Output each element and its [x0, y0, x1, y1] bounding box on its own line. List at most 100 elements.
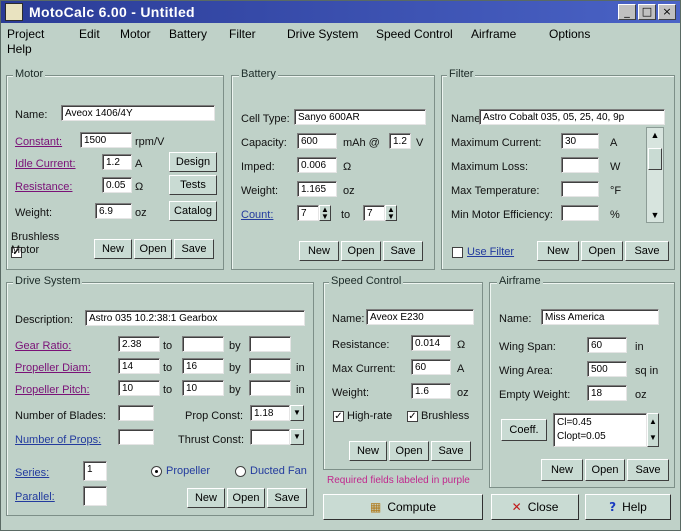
scroll-up-icon[interactable]: ▲ [647, 128, 663, 142]
speed-max-field[interactable]: 60 [411, 359, 451, 375]
use-filter-checkbox[interactable] [452, 247, 463, 258]
motor-weight-field[interactable]: 6.9 [95, 203, 132, 219]
battery-voltage-field[interactable]: 1.2 [389, 133, 411, 149]
filter-max-temp-field[interactable] [561, 181, 599, 197]
battery-imped-field[interactable]: 0.006 [297, 157, 337, 173]
menu-drive-system[interactable]: Drive System [287, 27, 358, 41]
prop-diam-to-field[interactable]: 16 [182, 358, 224, 374]
num-blades-label: Number of Blades: [15, 410, 107, 422]
filter-min-eff-field[interactable] [561, 205, 599, 221]
drive-new-button[interactable]: New [187, 488, 225, 508]
airframe-save-button[interactable]: Save [627, 459, 669, 481]
drive-open-button[interactable]: Open [227, 488, 265, 508]
thrust-const-dropdown-icon[interactable]: ▼ [290, 429, 304, 445]
prop-diam-from-field[interactable]: 14 [118, 358, 160, 374]
scroll-down-icon[interactable]: ▼ [647, 208, 663, 222]
maximize-button[interactable]: □ [638, 4, 656, 20]
prop-pitch-by-field[interactable] [249, 380, 291, 396]
speed-weight-field[interactable]: 1.6 [411, 383, 451, 399]
gear-ratio-to-field[interactable] [182, 336, 224, 352]
battery-save-button[interactable]: Save [383, 241, 423, 261]
series-field[interactable]: 1 [83, 461, 107, 481]
speed-new-button[interactable]: New [349, 441, 387, 461]
speed-open-button[interactable]: Open [389, 441, 429, 461]
battery-celltype-field[interactable]: Sanyo 600AR [294, 109, 426, 125]
filter-scrollbar[interactable]: ▲ ▼ [646, 127, 664, 223]
airframe-open-button[interactable]: Open [585, 459, 625, 481]
num-props-field[interactable] [118, 429, 154, 445]
motor-constant-field[interactable]: 1500 [80, 132, 132, 148]
filter-save-button[interactable]: Save [625, 241, 669, 261]
prop-const-dropdown-icon[interactable]: ▼ [290, 405, 304, 421]
compute-button[interactable]: ▦ Compute [323, 494, 483, 520]
battery-count-from-field[interactable]: 7 [297, 205, 319, 221]
menu-airframe[interactable]: Airframe [471, 27, 516, 41]
drive-desc-field[interactable]: Astro 035 10.2:38:1 Gearbox [85, 310, 305, 326]
drive-save-button[interactable]: Save [267, 488, 307, 508]
diam-to-label: to [163, 362, 173, 374]
help-button[interactable]: ? Help [585, 494, 671, 520]
motor-open-button[interactable]: Open [134, 239, 172, 259]
prop-pitch-to-field[interactable]: 10 [182, 380, 224, 396]
gear-ratio-from-field[interactable]: 2.38 [118, 336, 160, 352]
num-blades-field[interactable] [118, 405, 154, 421]
speed-name-field[interactable]: Aveox E230 [366, 309, 474, 325]
high-rate-checkbox[interactable]: ✓ [333, 411, 344, 422]
close-button[interactable]: ✕ Close [491, 494, 579, 520]
gear-ratio-by-field[interactable] [249, 336, 291, 352]
battery-count-from-spinner[interactable]: ▲ ▼ [319, 205, 331, 221]
parallel-field[interactable] [83, 486, 107, 506]
filter-name-field[interactable]: Astro Cobalt 035, 05, 25, 40, 9p [479, 109, 665, 125]
propeller-radio[interactable] [151, 466, 162, 477]
menu-speed-control[interactable]: Speed Control [376, 27, 453, 41]
coeff-button[interactable]: Coeff. [501, 419, 547, 441]
menu-help[interactable]: Help [7, 42, 32, 56]
motor-idle-field[interactable]: 1.2 [102, 154, 132, 170]
speed-brushless-checkbox[interactable]: ✓ [407, 411, 418, 422]
speed-weight-unit: oz [457, 387, 469, 399]
empty-weight-unit: oz [635, 389, 647, 401]
menu-filter[interactable]: Filter [229, 27, 256, 41]
coeff-list[interactable]: Cl=0.45 Clopt=0.05 [553, 413, 647, 447]
thrust-const-field[interactable] [250, 429, 290, 445]
filter-max-loss-field[interactable] [561, 157, 599, 173]
battery-capacity-field[interactable]: 600 [297, 133, 337, 149]
scroll-thumb[interactable] [648, 148, 662, 170]
prop-diam-by-field[interactable] [249, 358, 291, 374]
speed-resistance-field[interactable]: 0.014 [411, 335, 451, 351]
coeff-spinner[interactable]: ▲ ▼ [647, 413, 659, 447]
airframe-name-field[interactable]: Miss America [541, 309, 659, 325]
title-bar[interactable]: MotoCalc 6.00 - Untitled _ □ × [1, 1, 680, 23]
minimize-button[interactable]: _ [618, 4, 636, 20]
prop-const-field[interactable]: 1.18 [250, 405, 290, 421]
close-window-button[interactable]: × [658, 4, 676, 20]
motor-new-button[interactable]: New [94, 239, 132, 259]
motor-catalog-button[interactable]: Catalog [169, 201, 217, 221]
empty-weight-field[interactable]: 18 [587, 385, 627, 401]
menu-options[interactable]: Options [549, 27, 590, 41]
filter-open-button[interactable]: Open [581, 241, 623, 261]
wing-span-field[interactable]: 60 [587, 337, 627, 353]
battery-new-button[interactable]: New [299, 241, 339, 261]
airframe-new-button[interactable]: New [541, 459, 583, 481]
motor-resistance-field[interactable]: 0.05 [102, 177, 132, 193]
speed-save-button[interactable]: Save [431, 441, 471, 461]
battery-open-button[interactable]: Open [341, 241, 381, 261]
battery-weight-field[interactable]: 1.165 [297, 181, 337, 197]
menu-battery[interactable]: Battery [169, 27, 207, 41]
battery-count-to-spinner[interactable]: ▲ ▼ [385, 205, 397, 221]
motor-name-field[interactable]: Aveox 1406/4Y [61, 105, 215, 121]
filter-new-button[interactable]: New [537, 241, 579, 261]
menu-project[interactable]: Project [7, 27, 44, 41]
motor-save-button[interactable]: Save [174, 239, 214, 259]
menu-edit[interactable]: Edit [79, 27, 100, 41]
filter-max-current-field[interactable]: 30 [561, 133, 599, 149]
ducted-fan-radio[interactable] [235, 466, 246, 477]
speed-max-label: Max Current: [332, 363, 396, 375]
prop-pitch-from-field[interactable]: 10 [118, 380, 160, 396]
motor-design-button[interactable]: Design [169, 152, 217, 172]
battery-count-to-field[interactable]: 7 [363, 205, 385, 221]
menu-motor[interactable]: Motor [120, 27, 151, 41]
wing-area-field[interactable]: 500 [587, 361, 627, 377]
motor-tests-button[interactable]: Tests [169, 175, 217, 195]
